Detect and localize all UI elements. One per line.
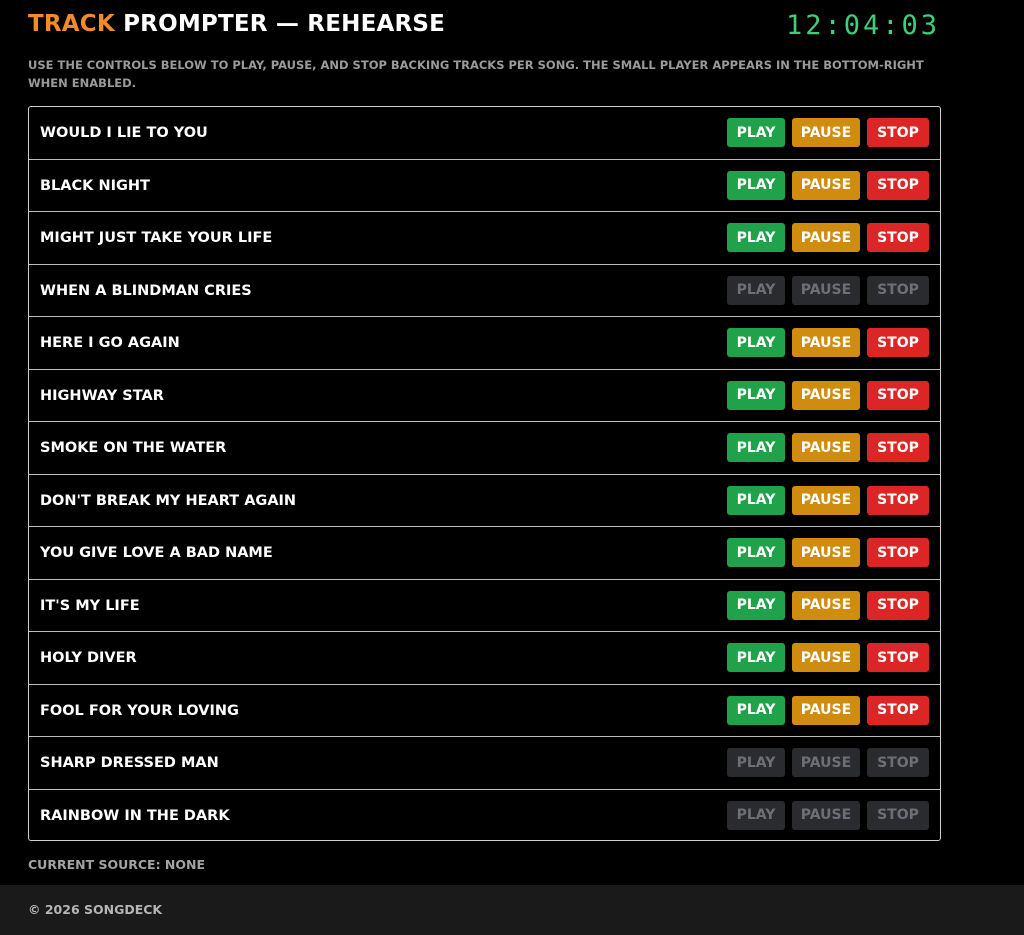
pause-button[interactable]: PAUSE — [792, 590, 860, 620]
track-controls: PLAY PAUSE STOP — [727, 170, 929, 200]
song-title: FOOL FOR YOUR LOVING — [40, 702, 239, 719]
song-row: MIGHT JUST TAKE YOUR LIFE PLAY PAUSE STOP — [29, 212, 940, 265]
track-controls: PLAY PAUSE STOP — [727, 800, 929, 830]
stop-button[interactable]: STOP — [867, 643, 929, 672]
song-row: BLACK NIGHT PLAY PAUSE STOP — [29, 160, 940, 212]
play-button[interactable]: PLAY — [727, 118, 785, 147]
song-row: SHARP DRESSED MAN PLAY PAUSE STOP — [29, 737, 940, 790]
pause-button[interactable]: PAUSE — [792, 433, 860, 462]
header: TRACK PROMPTER — REHEARSE 12:04:03 — [28, 10, 940, 42]
stop-button[interactable]: STOP — [867, 538, 929, 567]
rehearse-page: TRACK PROMPTER — REHEARSE 12:04:03 USE T… — [0, 0, 1024, 935]
song-title: BLACK NIGHT — [40, 177, 150, 194]
song-row: HIGHWAY STAR PLAY PAUSE STOP — [29, 370, 940, 422]
play-button: PLAY — [727, 800, 785, 830]
stop-button[interactable]: STOP — [867, 223, 929, 252]
title-accent: TRACK — [28, 11, 115, 37]
pause-button[interactable]: PAUSE — [792, 643, 860, 672]
song-title: SHARP DRESSED MAN — [40, 755, 219, 771]
song-title: HERE I GO AGAIN — [40, 335, 180, 351]
stop-button: STOP — [867, 800, 929, 830]
song-row: YOU GIVE LOVE A BAD NAME PLAY PAUSE STOP — [29, 527, 940, 580]
footer: © 2026 SONGDECK — [0, 885, 1024, 935]
stop-button[interactable]: STOP — [867, 695, 929, 725]
pause-button[interactable]: PAUSE — [792, 380, 860, 410]
song-row: WOULD I LIE TO YOU PLAY PAUSE STOP — [29, 107, 940, 160]
song-list: WOULD I LIE TO YOU PLAY PAUSE STOP BLACK NIG… — [28, 106, 941, 841]
song-title: SMOKE ON THE WATER — [40, 440, 227, 456]
stop-button: STOP — [867, 275, 929, 305]
track-controls: PLAY PAUSE STOP — [727, 695, 929, 725]
song-row: HERE I GO AGAIN PLAY PAUSE STOP — [29, 317, 940, 370]
song-row: DON'T BREAK MY HEART AGAIN PLAY PAUSE STOP — [29, 475, 940, 527]
play-button[interactable]: PLAY — [727, 590, 785, 620]
instructions-text: USE THE CONTROLS BELOW TO PLAY, PAUSE, A… — [28, 58, 924, 90]
song-title: IT'S MY LIFE — [40, 597, 140, 614]
song-title: WOULD I LIE TO YOU — [40, 125, 208, 141]
pause-button: PAUSE — [792, 800, 860, 830]
stop-button: STOP — [867, 748, 929, 777]
pause-button[interactable]: PAUSE — [792, 538, 860, 567]
track-controls: PLAY PAUSE STOP — [727, 223, 929, 252]
pause-button[interactable]: PAUSE — [792, 118, 860, 147]
play-button[interactable]: PLAY — [727, 433, 785, 462]
song-row: HOLY DIVER PLAY PAUSE STOP — [29, 632, 940, 685]
track-controls: PLAY PAUSE STOP — [727, 433, 929, 462]
track-controls: PLAY PAUSE STOP — [727, 538, 929, 567]
pause-button: PAUSE — [792, 275, 860, 305]
song-title: HIGHWAY STAR — [40, 387, 164, 404]
song-title: RAINBOW IN THE DARK — [40, 807, 230, 824]
play-button[interactable]: PLAY — [727, 538, 785, 567]
play-button[interactable]: PLAY — [727, 643, 785, 672]
stop-button[interactable]: STOP — [867, 170, 929, 200]
pause-button: PAUSE — [792, 748, 860, 777]
song-title: HOLY DIVER — [40, 650, 137, 666]
play-button[interactable]: PLAY — [727, 695, 785, 725]
play-button[interactable]: PLAY — [727, 380, 785, 410]
stop-button[interactable]: STOP — [867, 485, 929, 515]
play-button: PLAY — [727, 748, 785, 777]
stop-button[interactable]: STOP — [867, 380, 929, 410]
track-controls: PLAY PAUSE STOP — [727, 118, 929, 147]
song-row: IT'S MY LIFE PLAY PAUSE STOP — [29, 580, 940, 632]
song-row: SMOKE ON THE WATER PLAY PAUSE STOP — [29, 422, 940, 475]
song-row: RAINBOW IN THE DARK PLAY PAUSE STOP — [29, 790, 940, 841]
pause-button[interactable]: PAUSE — [792, 485, 860, 515]
song-title: YOU GIVE LOVE A BAD NAME — [40, 545, 273, 561]
pause-button[interactable]: PAUSE — [792, 695, 860, 725]
track-controls: PLAY PAUSE STOP — [727, 380, 929, 410]
track-controls: PLAY PAUSE STOP — [727, 275, 929, 305]
stop-button[interactable]: STOP — [867, 328, 929, 357]
song-title: MIGHT JUST TAKE YOUR LIFE — [40, 230, 273, 246]
song-title: DON'T BREAK MY HEART AGAIN — [40, 492, 297, 509]
track-controls: PLAY PAUSE STOP — [727, 328, 929, 357]
page-title: TRACK PROMPTER — REHEARSE — [28, 11, 445, 37]
pause-button[interactable]: PAUSE — [792, 170, 860, 200]
footer-copyright: © 2026 SONGDECK — [28, 902, 163, 917]
stop-button[interactable]: STOP — [867, 590, 929, 620]
play-button[interactable]: PLAY — [727, 328, 785, 357]
track-controls: PLAY PAUSE STOP — [727, 748, 929, 777]
play-button[interactable]: PLAY — [727, 485, 785, 515]
play-button: PLAY — [727, 275, 785, 305]
current-source-status: CURRENT SOURCE: NONE — [28, 857, 206, 872]
track-controls: PLAY PAUSE STOP — [727, 643, 929, 672]
pause-button[interactable]: PAUSE — [792, 328, 860, 357]
song-row: FOOL FOR YOUR LOVING PLAY PAUSE STOP — [29, 685, 940, 737]
stop-button[interactable]: STOP — [867, 118, 929, 147]
play-button[interactable]: PLAY — [727, 223, 785, 252]
song-row: WHEN A BLINDMAN CRIES PLAY PAUSE STOP — [29, 265, 940, 317]
stop-button[interactable]: STOP — [867, 433, 929, 462]
title-rest: PROMPTER — REHEARSE — [114, 11, 446, 37]
play-button[interactable]: PLAY — [727, 170, 785, 200]
track-controls: PLAY PAUSE STOP — [727, 485, 929, 515]
pause-button[interactable]: PAUSE — [792, 223, 860, 252]
track-controls: PLAY PAUSE STOP — [727, 590, 929, 620]
song-title: WHEN A BLINDMAN CRIES — [40, 282, 252, 299]
clock: 12:04:03 — [785, 10, 940, 41]
